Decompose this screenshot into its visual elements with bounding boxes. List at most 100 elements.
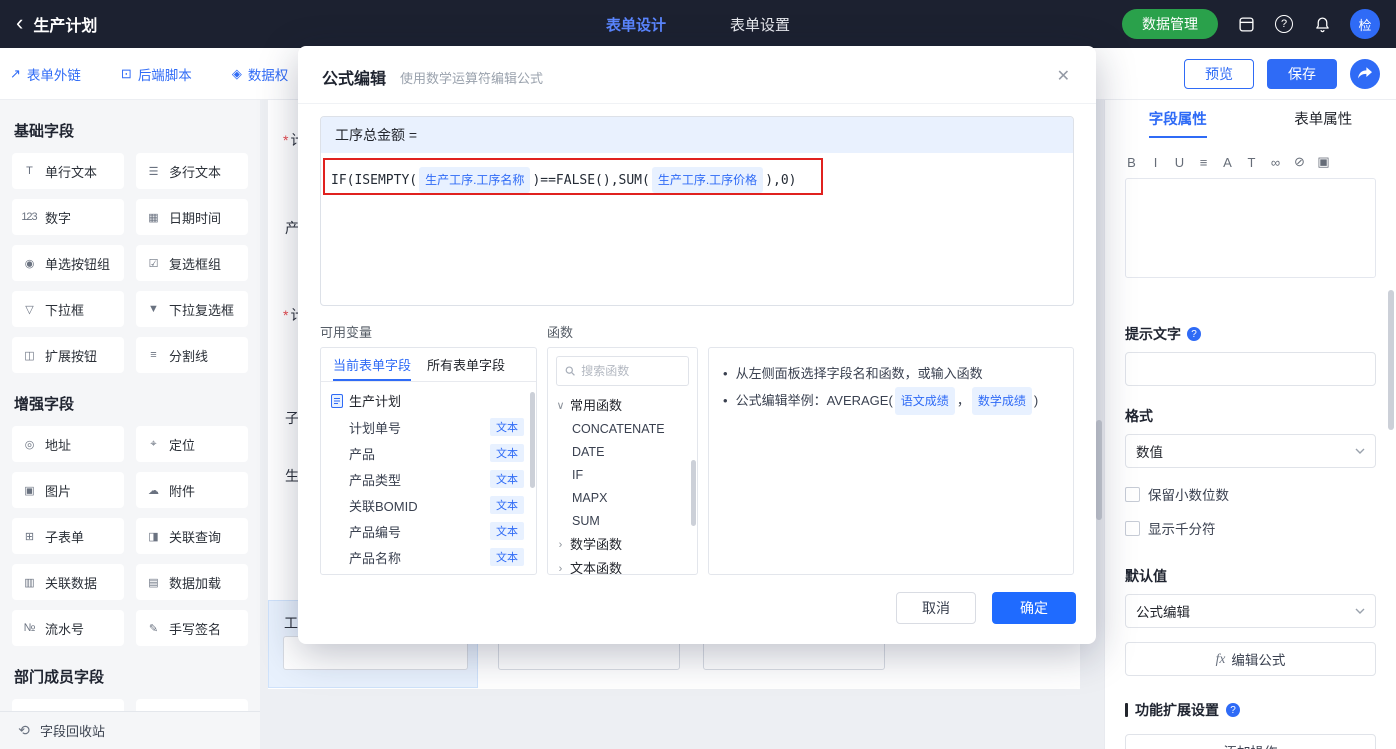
field-type-item[interactable]: ⊞ 子表单 <box>12 518 124 554</box>
field-type-label: 流水号 <box>45 621 85 637</box>
hint-help-icon[interactable]: ? <box>1187 327 1201 341</box>
close-icon[interactable]: ✕ <box>1057 66 1070 86</box>
help-icon[interactable]: ? <box>1274 14 1294 34</box>
form-tree-root[interactable]: 生产计划 <box>321 387 536 414</box>
field-type-item[interactable]: ◉ 单选按钮组 <box>12 245 124 281</box>
insert-image-icon[interactable]: ▣ <box>1317 154 1330 170</box>
field-type-item[interactable]: ≡ 分割线 <box>136 337 248 373</box>
function-item[interactable]: MAPX <box>548 487 697 510</box>
function-item[interactable]: CONCATENATE <box>548 418 697 441</box>
variable-field-row[interactable]: 产品编号 文本 <box>321 518 536 544</box>
chevron-right-icon: › <box>558 539 563 551</box>
format-label: 格式 <box>1125 408 1153 424</box>
toolbar-link[interactable]: ◈ 数据权 <box>232 64 289 84</box>
field-type-item[interactable]: ▥ 关联数据 <box>12 564 124 600</box>
confirm-button[interactable]: 确定 <box>992 592 1076 624</box>
save-button[interactable]: 保存 <box>1267 58 1337 89</box>
field-type-item[interactable]: ◨ 关联查询 <box>136 518 248 554</box>
variables-scrollbar-thumb[interactable] <box>530 392 535 488</box>
format-select[interactable]: 数值 <box>1125 434 1376 468</box>
variable-field-row[interactable]: 关联BOMID 文本 <box>321 492 536 518</box>
field-type-label: 下拉框 <box>45 302 85 318</box>
field-label-editor[interactable] <box>1125 178 1376 278</box>
field-type-badge: 文本 <box>490 548 524 566</box>
field-recycle-bin[interactable]: ⟲ 字段回收站 <box>0 711 260 749</box>
keep-decimal-checkbox[interactable]: 保留小数位数 <box>1125 484 1376 504</box>
unlink-icon[interactable]: ⊘ <box>1293 154 1306 170</box>
field-type-item[interactable]: 123 数字 <box>12 199 124 235</box>
back-icon[interactable]: ‹ <box>16 11 23 34</box>
bold-icon[interactable]: B <box>1125 155 1138 170</box>
formula-input-area[interactable]: IF(ISEMPTY(生产工序.工序名称)==FALSE(),SUM(生产工序.… <box>321 153 1073 207</box>
field-type-label: 手写签名 <box>169 621 222 637</box>
cancel-button[interactable]: 取消 <box>896 592 976 624</box>
field-type-item[interactable]: ⌖ 定位 <box>136 426 248 462</box>
subform-column-label: 工 <box>284 615 298 631</box>
tab-form-design[interactable]: 表单设计 <box>606 14 666 35</box>
extension-help-icon[interactable]: ? <box>1226 703 1240 717</box>
hint-text-input[interactable] <box>1125 352 1376 386</box>
function-item[interactable]: SUM <box>548 510 697 533</box>
tab-all-form-fields[interactable]: 所有表单字段 <box>427 348 505 381</box>
field-token[interactable]: 生产工序.工序名称 <box>419 167 531 193</box>
variable-field-row[interactable]: 产品类型 文本 <box>321 466 536 492</box>
field-type-item[interactable]: № 流水号 <box>12 610 124 646</box>
canvas-scrollbar-thumb[interactable] <box>1096 420 1102 520</box>
related-query-icon: ◨ <box>148 530 158 543</box>
default-value-select[interactable]: 公式编辑 <box>1125 594 1376 628</box>
function-group-common[interactable]: ∨ 常用函数 <box>548 394 697 418</box>
tab-form-properties[interactable]: 表单属性 <box>1251 108 1396 144</box>
window-icon[interactable] <box>1236 14 1256 34</box>
example-field-token: 语文成绩 <box>894 387 955 415</box>
functions-scrollbar-thumb[interactable] <box>691 460 696 526</box>
tab-field-properties[interactable]: 字段属性 <box>1105 108 1251 144</box>
add-action-button[interactable]: 添加操作 <box>1125 734 1376 749</box>
toolbar-link[interactable]: ↗ 表单外链 <box>10 64 81 84</box>
tab-form-settings[interactable]: 表单设置 <box>730 14 790 35</box>
data-manage-button[interactable]: 数据管理 <box>1122 9 1218 39</box>
tab-current-form-fields[interactable]: 当前表单字段 <box>333 348 411 381</box>
font-color-icon[interactable]: A <box>1221 155 1234 170</box>
share-icon[interactable] <box>1350 58 1380 89</box>
function-item[interactable]: IF <box>548 464 697 487</box>
field-type-item[interactable]: ▣ 图片 <box>12 472 124 508</box>
function-search-input[interactable] <box>581 364 680 378</box>
field-type-item[interactable]: ☑ 复选框组 <box>136 245 248 281</box>
field-type-item[interactable]: ☰ 多行文本 <box>136 153 248 189</box>
variable-field-row[interactable]: 产品 文本 <box>321 440 536 466</box>
field-type-item[interactable]: T 单行文本 <box>12 153 124 189</box>
field-token[interactable]: 生产工序.工序价格 <box>651 167 764 193</box>
field-type-item[interactable]: ◫ 扩展按钮 <box>12 337 124 373</box>
bell-icon[interactable] <box>1312 14 1332 34</box>
edit-formula-button[interactable]: fx 编辑公式 <box>1125 642 1376 676</box>
field-type-item[interactable]: ▤ 数据加载 <box>136 564 248 600</box>
field-type-item[interactable]: ☁ 附件 <box>136 472 248 508</box>
field-type-item[interactable]: ✎ 手写签名 <box>136 610 248 646</box>
preview-button[interactable]: 预览 <box>1184 58 1254 89</box>
field-type-item[interactable]: ▼ 下拉复选框 <box>136 291 248 327</box>
font-size-icon[interactable]: T <box>1245 155 1258 170</box>
variable-field-row[interactable]: 计划单号 文本 <box>321 414 536 440</box>
thousand-separator-checkbox[interactable]: 显示千分符 <box>1125 518 1376 538</box>
function-group-math[interactable]: › 数学函数 <box>548 533 697 557</box>
field-type-label: 定位 <box>169 437 196 453</box>
panel-scrollbar-thumb[interactable] <box>1388 290 1394 430</box>
link-icon[interactable]: ∞ <box>1269 155 1282 170</box>
avatar[interactable]: 检 <box>1350 9 1380 39</box>
variable-field-row[interactable]: 产品名称 文本 <box>321 544 536 570</box>
underline-icon[interactable]: U <box>1173 155 1186 170</box>
default-value-label: 默认值 <box>1125 568 1167 584</box>
field-type-badge: 文本 <box>490 444 524 462</box>
toolbar-links: ↗ 表单外链 ⊡ 后端脚本 ◈ 数据权 <box>10 64 288 84</box>
function-item[interactable]: DATE <box>548 441 697 464</box>
field-type-item[interactable]: ◎ 地址 <box>12 426 124 462</box>
app-header: ‹ 生产计划 表单设计 表单设置 数据管理 ? 检 <box>0 0 1396 48</box>
variable-field-name: 产品名称 <box>349 550 402 566</box>
field-type-item[interactable]: ▦ 日期时间 <box>136 199 248 235</box>
toolbar-link[interactable]: ⊡ 后端脚本 <box>121 64 192 84</box>
italic-icon[interactable]: I <box>1149 155 1162 170</box>
field-type-item[interactable]: ▽ 下拉框 <box>12 291 124 327</box>
data-permission-icon: ◈ <box>231 65 242 81</box>
function-group-text[interactable]: › 文本函数 <box>548 557 697 574</box>
align-icon[interactable]: ≡ <box>1197 155 1210 170</box>
